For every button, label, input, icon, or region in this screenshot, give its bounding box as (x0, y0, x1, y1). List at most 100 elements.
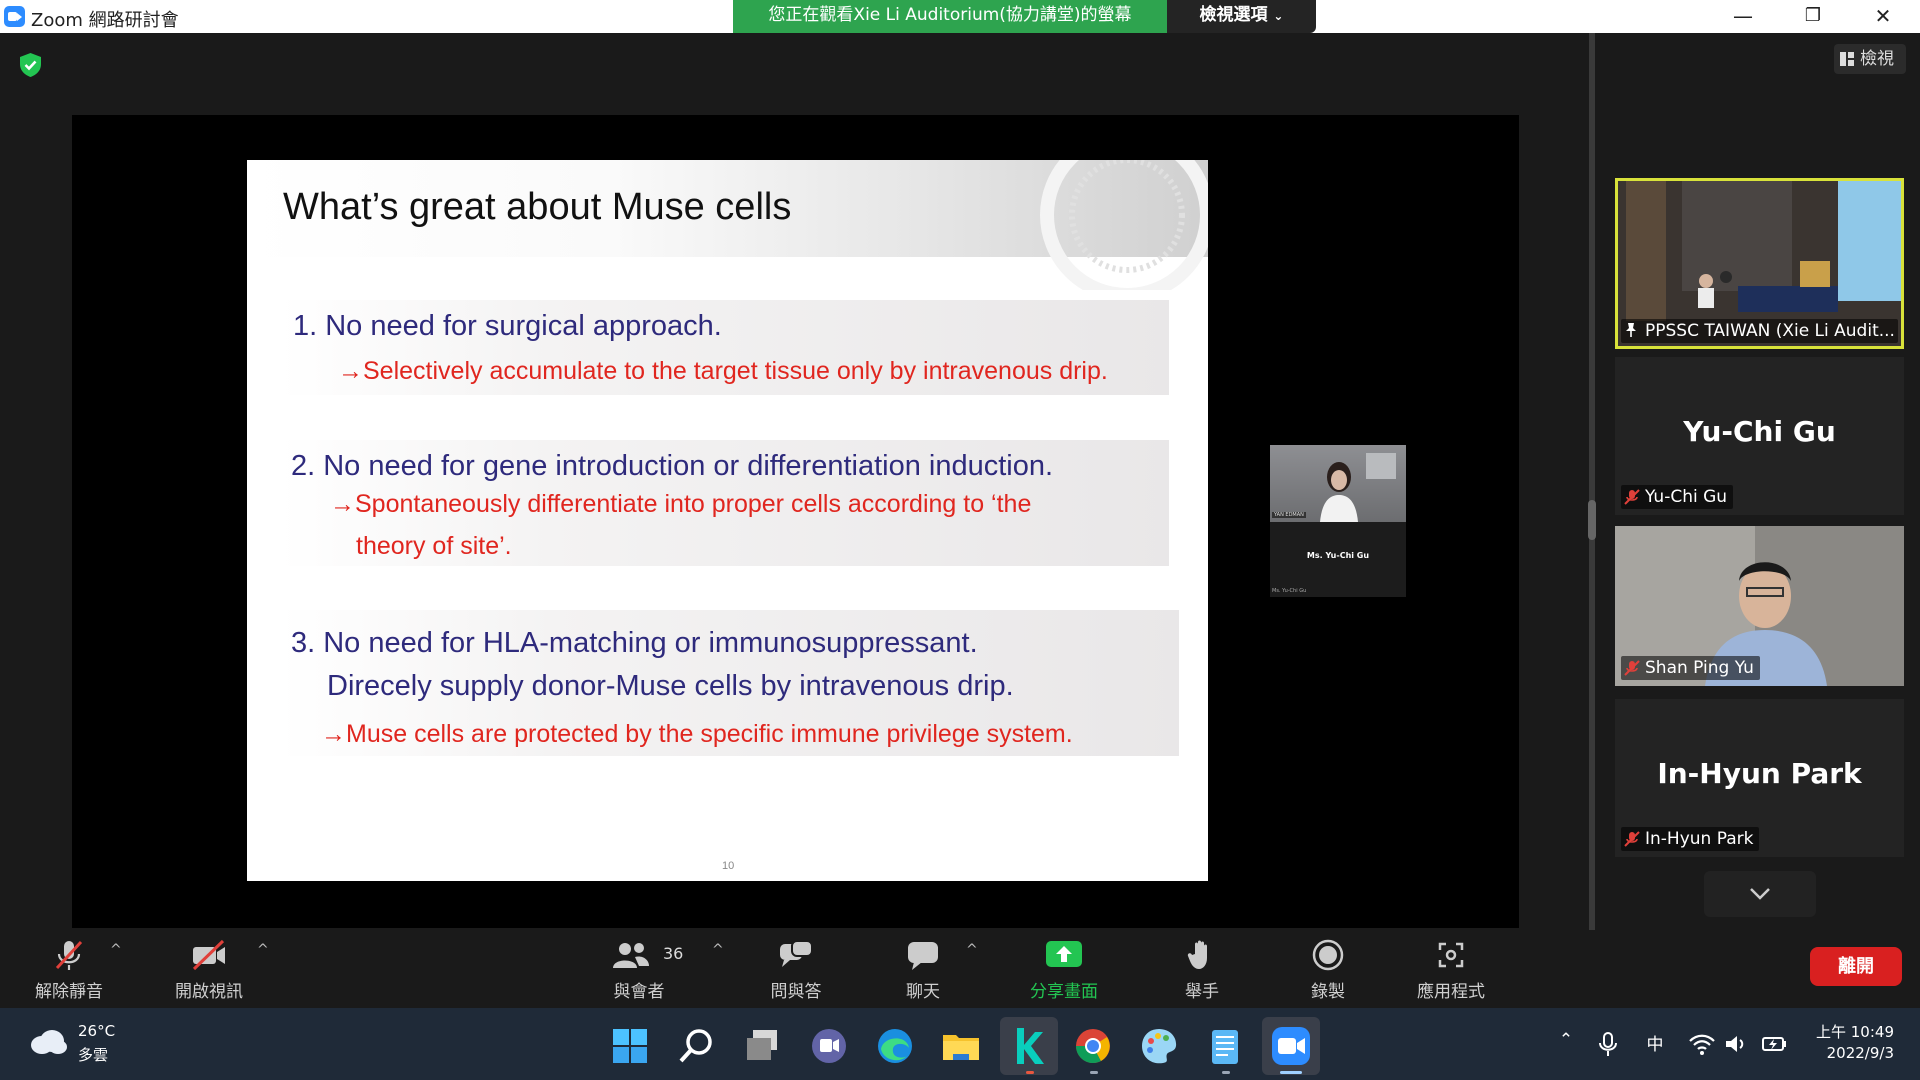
participant-name-tag: In-Hyun Park (1621, 827, 1760, 851)
mic-muted-icon (1624, 660, 1640, 676)
apps-icon (1438, 942, 1464, 968)
paint-app-icon[interactable] (1137, 1024, 1181, 1068)
share-screen-label: 分享畫面 (1030, 982, 1098, 1002)
running-indicator (1026, 1071, 1034, 1074)
running-indicator (1090, 1071, 1098, 1074)
slide-item-2-heading: 2. No need for gene introduction or diff… (291, 450, 1054, 482)
participant-big-name: Yu-Chi Gu (1683, 415, 1836, 448)
record-icon (1312, 939, 1344, 971)
slide-item-3-heading-line2: Direcely supply donor-Muse cells by intr… (327, 670, 1014, 702)
wifi-icon[interactable] (1688, 1030, 1716, 1058)
slide-item-1-heading: 1. No need for surgical approach. (293, 310, 722, 342)
participants-label: 與會者 (613, 982, 665, 1002)
close-button[interactable]: ✕ (1860, 0, 1906, 33)
mic-muted-icon (1624, 831, 1640, 847)
chevron-down-icon (1750, 888, 1770, 900)
unmute-label: 解除靜音 (35, 982, 103, 1002)
volume-icon[interactable] (1722, 1030, 1750, 1058)
participant-name: Shan Ping Yu (1645, 658, 1754, 678)
file-explorer-icon[interactable] (939, 1024, 983, 1068)
slide-item-1-note: →Selectively accumulate to the target ti… (338, 357, 1108, 385)
maximize-button[interactable]: ❐ (1790, 0, 1836, 33)
slide-title: What’s great about Muse cells (283, 186, 792, 228)
grid-view-icon (1840, 52, 1854, 66)
participant-name: In-Hyun Park (1645, 829, 1754, 849)
unmute-button[interactable]: 解除靜音 (20, 930, 118, 1008)
participants-options-caret[interactable]: ^ (712, 942, 724, 958)
cloudy-weather-icon[interactable] (28, 1027, 68, 1055)
presentation-slide: What’s great about Muse cells 1. No need… (247, 160, 1208, 881)
notepad-app-icon[interactable] (1203, 1024, 1247, 1068)
view-button-label: 檢視 (1860, 49, 1894, 69)
leave-button[interactable]: 離開 (1810, 947, 1902, 986)
chat-options-caret[interactable]: ^ (966, 942, 978, 958)
window-title: Zoom 網路研討會 (31, 10, 179, 31)
running-indicator (1222, 1071, 1230, 1074)
weather-temperature[interactable]: 26°C (78, 1022, 115, 1040)
viewing-banner: 您正在觀看Xie Li Auditorium(協力講堂)的螢幕 (733, 0, 1167, 33)
start-video-button[interactable]: 開啟視訊 (160, 930, 258, 1008)
speaker-name: Ms. Yu-Chi Gu (1306, 551, 1370, 560)
running-indicator (1280, 1071, 1302, 1074)
qa-label: 問與答 (770, 982, 822, 1002)
chevron-down-icon: ⌄ (1273, 9, 1284, 23)
chat-icon (908, 942, 938, 970)
participants-icon (612, 943, 649, 968)
ime-indicator[interactable]: 中 (1641, 1030, 1669, 1058)
participant-name: Yu-Chi Gu (1645, 487, 1728, 507)
zoom-app-icon (4, 6, 25, 27)
raise-hand-label: 舉手 (1185, 982, 1219, 1002)
shield-check-icon[interactable] (18, 52, 43, 78)
panel-divider[interactable] (1589, 33, 1595, 930)
chrome-browser-icon[interactable] (1071, 1024, 1115, 1068)
zoom-taskbar-icon[interactable] (1269, 1024, 1313, 1068)
taskbar-date[interactable]: 2022/9/3 (1812, 1044, 1894, 1062)
participant-name: PPSSC TAIWAN (Xie Li Audit... (1645, 321, 1895, 341)
mic-muted-icon (1624, 489, 1640, 505)
chat-button[interactable]: 聊天 (883, 930, 963, 1008)
chat-label: 聊天 (906, 982, 940, 1002)
share-screen-button[interactable]: 分享畫面 (1020, 930, 1108, 1008)
participant-tile-yu-chi-gu[interactable]: Yu-Chi Gu Yu-Chi Gu (1615, 357, 1904, 515)
raise-hand-icon (1187, 940, 1207, 969)
video-options-caret[interactable]: ^ (257, 942, 269, 958)
chevron-up-icon[interactable]: ⌃ (1552, 1030, 1580, 1058)
speaker-avatar (1320, 462, 1358, 522)
participant-big-name: In-Hyun Park (1657, 757, 1862, 790)
participant-tile-shan-ping-yu[interactable]: Shan Ping Yu (1615, 526, 1904, 686)
participant-tile-in-hyun-park[interactable]: In-Hyun Park In-Hyun Park (1615, 699, 1904, 857)
speaker-tag: Ms. Yu-Chi Gu (1272, 588, 1307, 594)
weather-condition[interactable]: 多雲 (78, 1044, 108, 1065)
minimize-button[interactable]: — (1720, 0, 1766, 33)
record-button[interactable]: 錄製 (1288, 930, 1368, 1008)
view-options-label: 檢視選項 (1199, 5, 1268, 25)
task-view-icon[interactable] (741, 1024, 785, 1068)
participant-name-tag: Yu-Chi Gu (1621, 485, 1734, 509)
taskbar-time[interactable]: 上午 10:49 (1812, 1021, 1894, 1042)
slide-item-3-note: →Muse cells are protected by the specifi… (321, 720, 1073, 748)
start-video-label: 開啟視訊 (175, 982, 243, 1002)
view-options-button[interactable]: 檢視選項 ⌄ (1167, 0, 1316, 33)
microphone-icon[interactable] (1594, 1030, 1622, 1058)
slide-item-2-note-line2: theory of site’. (356, 532, 512, 560)
teams-chat-icon[interactable] (807, 1024, 851, 1068)
scroll-down-button[interactable] (1704, 871, 1816, 917)
participants-button[interactable]: 與會者 (598, 930, 680, 1008)
apps-label: 應用程式 (1417, 982, 1485, 1002)
slide-item-2-note-line1: →Spontaneously differentiate into proper… (330, 490, 1032, 518)
speaker-video-pip[interactable]: YAN EDMAN Ms. Yu-Chi Gu Ms. Yu-Chi Gu (1270, 445, 1406, 597)
edge-browser-icon[interactable] (873, 1024, 917, 1068)
record-label: 錄製 (1311, 982, 1345, 1002)
battery-charging-icon[interactable] (1761, 1030, 1789, 1058)
slide-page-number: 10 (722, 860, 735, 872)
audio-options-caret[interactable]: ^ (110, 942, 122, 958)
video-off-icon (192, 939, 225, 971)
apps-button[interactable]: 應用程式 (1403, 930, 1499, 1008)
kkbox-app-icon[interactable] (1007, 1024, 1051, 1068)
participant-tile-ppssc[interactable]: PPSSC TAIWAN (Xie Li Audit... (1615, 178, 1904, 349)
qa-button[interactable]: 問與答 (756, 930, 836, 1008)
search-icon[interactable] (675, 1024, 719, 1068)
windows-start-icon[interactable] (608, 1024, 652, 1068)
resize-handle[interactable] (1588, 500, 1596, 540)
raise-hand-button[interactable]: 舉手 (1162, 930, 1242, 1008)
